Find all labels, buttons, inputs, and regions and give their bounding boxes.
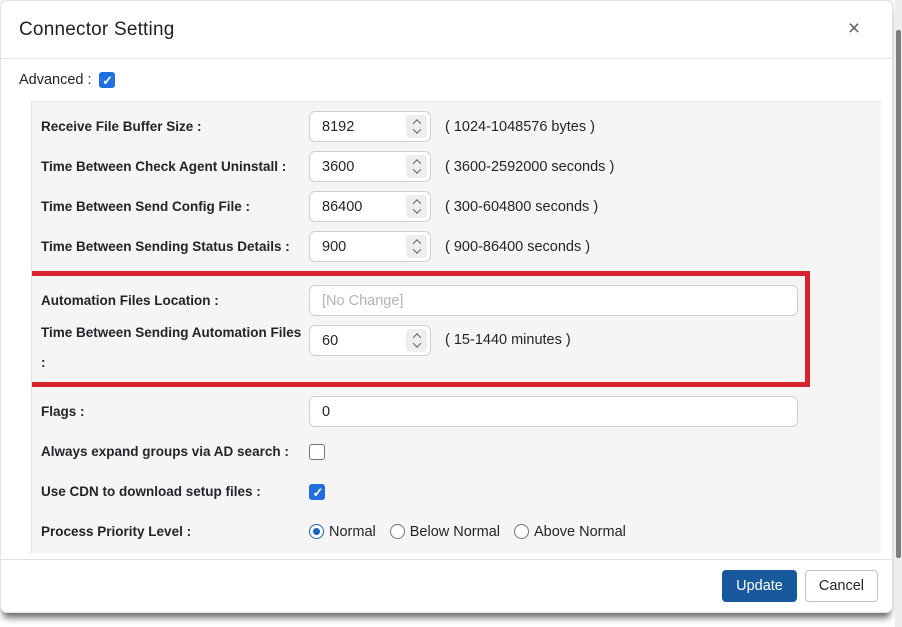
chevron-down-icon[interactable] [412,125,420,133]
row-automation-files-location: Automation Files Location : [41,285,805,316]
dialog-header: Connector Setting × [1,1,892,59]
row-time-between-sending-status-details: Time Between Sending Status Details : ( … [41,231,881,262]
row-flags: Flags : [41,396,881,427]
row-process-priority-level: Process Priority Level : Normal Below No… [41,516,881,547]
chevron-down-icon[interactable] [412,245,420,253]
advanced-row: Advanced : ✓ [1,72,892,88]
radio-option-above-normal[interactable]: Above Normal [514,524,626,540]
flags-input[interactable] [309,396,798,427]
advanced-label: Advanced : [19,72,92,88]
range-hint: ( 900-86400 seconds ) [445,239,590,255]
dialog-footer: Update Cancel [1,559,892,612]
dialog-body: Advanced : ✓ Receive File Buffer Size : … [1,59,892,559]
cancel-button[interactable]: Cancel [805,570,878,602]
field-label: Process Priority Level : [41,524,309,540]
field-label: Time Between Sending Status Details : [41,239,309,255]
expand-groups-checkbox[interactable] [309,444,325,460]
close-icon[interactable]: × [842,17,866,41]
row-always-expand-groups: Always expand groups via AD search : [41,436,881,467]
radio-selected-icon[interactable] [309,524,324,539]
update-button[interactable]: Update [722,570,797,602]
use-cdn-checkbox[interactable]: ✓ [309,484,325,500]
dialog-title: Connector Setting [19,19,175,41]
field-label: Time Between Sending Automation Files : [41,325,309,371]
field-label: Receive File Buffer Size : [41,119,309,135]
range-hint: ( 300-604800 seconds ) [445,199,598,215]
chevron-down-icon[interactable] [412,339,420,347]
field-label: Always expand groups via AD search : [41,444,309,460]
check-icon: ✓ [102,75,112,85]
radio-option-below-normal[interactable]: Below Normal [390,524,500,540]
automation-files-location-input[interactable] [309,285,798,316]
row-time-between-send-config-file: Time Between Send Config File : ( 300-60… [41,191,881,222]
number-stepper[interactable] [406,235,427,258]
priority-radio-group: Normal Below Normal Above Normal [309,524,626,540]
page: Connector Setting × Advanced : ✓ Receive… [0,0,902,627]
check-icon: ✓ [313,487,323,497]
field-label: Flags : [41,404,309,420]
field-label-colon: : [41,355,309,371]
highlight-annotation-box: Automation Files Location : Time Between… [31,271,810,387]
scrollbar-thumb[interactable] [896,30,901,558]
row-receive-file-buffer-size: Receive File Buffer Size : ( 1024-104857… [41,111,881,142]
number-stepper[interactable] [406,155,427,178]
radio-unselected-icon[interactable] [514,524,529,539]
range-hint: ( 3600-2592000 seconds ) [445,159,614,175]
radio-unselected-icon[interactable] [390,524,405,539]
connector-setting-dialog: Connector Setting × Advanced : ✓ Receive… [0,0,893,613]
field-label: Time Between Check Agent Uninstall : [41,159,309,175]
chevron-down-icon[interactable] [412,165,420,173]
range-hint: ( 1024-1048576 bytes ) [445,119,595,135]
field-label: Time Between Send Config File : [41,199,309,215]
row-use-cdn: Use CDN to download setup files : ✓ [41,476,881,507]
number-stepper[interactable] [406,195,427,218]
radio-option-normal[interactable]: Normal [309,524,376,540]
row-time-between-sending-automation-files: Time Between Sending Automation Files : … [41,325,805,371]
settings-scroll-panel[interactable]: Receive File Buffer Size : ( 1024-104857… [31,101,881,553]
chevron-down-icon[interactable] [412,205,420,213]
number-stepper[interactable] [406,329,427,352]
range-hint: ( 15-1440 minutes ) [445,325,571,356]
number-stepper[interactable] [406,115,427,138]
page-scrollbar[interactable] [895,0,902,627]
field-label: Use CDN to download setup files : [41,484,309,500]
advanced-checkbox[interactable]: ✓ [99,72,115,88]
field-label: Automation Files Location : [41,293,309,309]
row-time-between-check-agent-uninstall: Time Between Check Agent Uninstall : ( 3… [41,151,881,182]
